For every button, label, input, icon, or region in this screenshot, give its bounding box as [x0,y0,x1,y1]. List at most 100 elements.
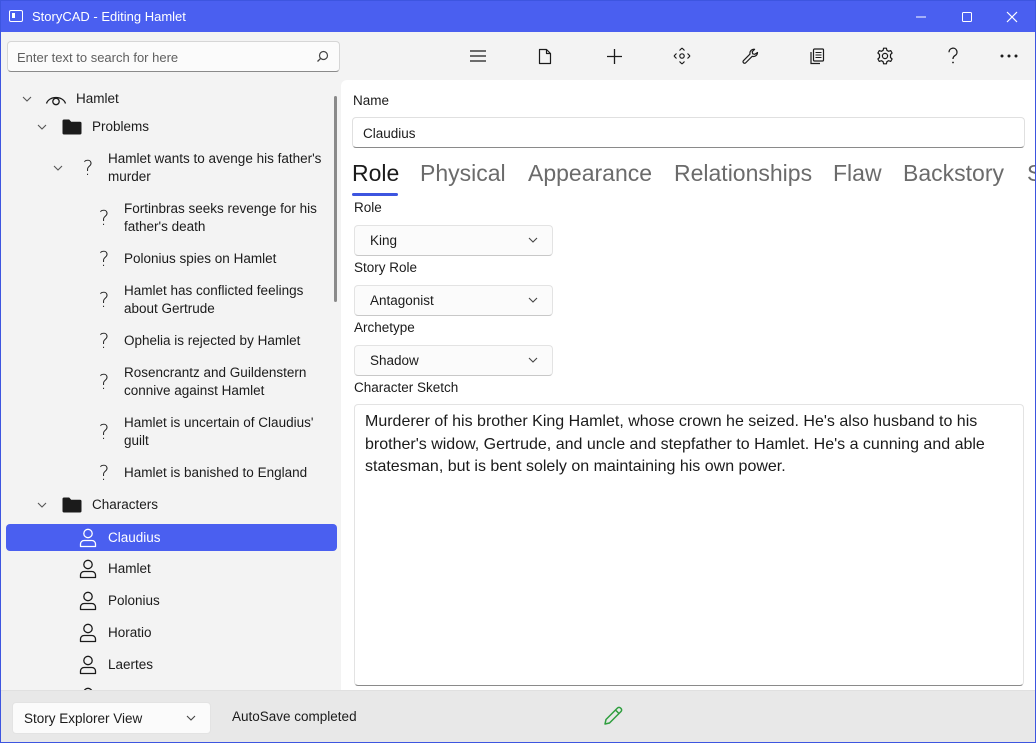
tab-appearance[interactable]: Appearance [528,160,652,187]
tree-item-character[interactable]: Hamlet [6,555,337,583]
tree-item-problem[interactable]: ? Polonius spies on Hamlet [6,244,337,274]
help-button[interactable] [936,42,970,70]
active-tab-indicator [352,193,398,196]
person-icon [78,623,98,643]
copy-documents-icon [810,47,825,64]
person-icon [78,591,98,611]
character-sketch-label: Character Sketch [354,380,459,395]
tree-scrollbar[interactable] [334,96,337,302]
move-arrows-icon [673,47,691,65]
menu-button[interactable] [461,42,495,70]
tools-button[interactable] [733,42,767,70]
tree-item-problem[interactable]: ? Hamlet is banished to England [6,458,337,488]
hamburger-menu-icon [470,50,486,62]
tree-item-label: Polonius spies on Hamlet [124,251,277,266]
maximize-button[interactable] [944,1,990,32]
question-icon: ? [82,156,94,180]
tree-item-label: Hamlet has conflicted feelings about Ger… [124,283,304,316]
archetype-label: Archetype [354,320,415,335]
maximize-icon [962,11,972,22]
chevron-down-icon[interactable] [22,96,32,102]
chevron-down-icon[interactable] [53,165,63,171]
tab-overflow[interactable]: S [1027,160,1035,187]
status-bar: Story Explorer View AutoSave completed [1,690,1035,742]
tree-item-problem[interactable]: ? Rosencrantz and Guildenstern connive a… [6,360,337,404]
tree-item-character-selected[interactable]: Claudius [6,524,337,551]
tree-item-problem[interactable]: ? Fortinbras seeks revenge for his fathe… [6,196,337,240]
more-button[interactable] [992,42,1026,70]
tab-physical[interactable]: Physical [420,160,506,187]
story-role-dropdown[interactable]: Antagonist [354,285,553,316]
question-icon: ? [98,288,110,312]
tree-item-character[interactable]: Horatio [6,619,337,647]
tree-item-character[interactable]: Laertes [6,651,337,679]
view-selector-dropdown[interactable]: Story Explorer View [12,702,211,734]
person-icon [78,559,98,579]
app-icon [9,10,23,22]
tree-item-problems-folder[interactable]: Problems [6,112,337,142]
role-value: King [370,233,398,248]
tree-item-label: Horatio [108,625,152,640]
tree-item-label: Fortinbras seeks revenge for his father'… [124,201,317,234]
tree-item-label: Polonius [108,593,160,608]
tab-flaw[interactable]: Flaw [833,160,882,187]
minimize-button[interactable] [898,1,944,32]
question-icon: ? [98,420,110,444]
character-sketch-textarea[interactable]: Murderer of his brother King Hamlet, who… [354,404,1024,686]
tree-item-problem[interactable]: ? Hamlet is uncertain of Claudius' guilt [6,410,337,454]
tree-item-label: Claudius [108,529,161,545]
wrench-icon [741,48,758,64]
story-role-value: Antagonist [370,293,434,308]
question-icon: ? [98,247,110,271]
chevron-down-icon [186,715,196,721]
tab-backstory[interactable]: Backstory [903,160,1004,187]
archetype-value: Shadow [370,353,419,368]
search-input[interactable] [17,48,307,66]
gear-icon [877,47,893,65]
settings-button[interactable] [868,42,902,70]
tree-item-problem[interactable]: ? Hamlet has conflicted feelings about G… [6,278,337,322]
role-label: Role [354,200,382,215]
tree-item-label: Problems [92,119,150,134]
tree-item-label: Hamlet is banished to England [124,465,308,480]
tree-item-character[interactable]: Polonius [6,587,337,615]
question-icon: ? [98,370,110,394]
role-dropdown[interactable]: King [354,225,553,256]
folder-icon [61,119,83,135]
tree-item-label: Laertes [108,657,154,672]
search-box [7,41,340,72]
reports-button[interactable] [800,42,834,70]
file-button[interactable] [528,42,562,70]
chevron-down-icon[interactable] [37,124,47,130]
tree-item-label: Hamlet is uncertain of Claudius' guilt [124,415,314,448]
archetype-dropdown[interactable]: Shadow [354,345,553,376]
chevron-down-icon [528,297,538,303]
question-icon: ? [98,329,110,353]
tree-item-character-partial[interactable] [6,683,337,690]
title-bar: StoryCAD - Editing Hamlet [1,1,1035,32]
move-button[interactable] [665,42,699,70]
name-field[interactable]: Claudius [352,117,1025,148]
window-title: StoryCAD - Editing Hamlet [32,9,186,24]
toolbar [1,32,1035,80]
search-icon[interactable] [316,50,329,68]
chevron-down-icon[interactable] [37,502,47,508]
tree-item-problem[interactable]: ? Hamlet wants to avenge his father's mu… [6,146,337,190]
folder-icon [61,497,83,513]
pencil-icon[interactable] [602,705,624,732]
help-icon [948,47,958,64]
tree-item-problem[interactable]: ? Ophelia is rejected by Hamlet [6,326,337,356]
character-editor: Name Claudius Role Physical Appearance R… [341,80,1035,690]
tree-item-story-root[interactable]: Hamlet [6,84,337,114]
add-button[interactable] [597,42,631,70]
tree-item-characters-folder[interactable]: Characters [6,490,337,520]
tab-role[interactable]: Role [352,160,399,187]
close-icon [1006,11,1018,22]
minimize-icon [916,16,926,17]
status-message: AutoSave completed [232,709,357,724]
eye-icon [44,92,68,106]
close-button[interactable] [989,1,1035,32]
tab-relationships[interactable]: Relationships [674,160,812,187]
name-label: Name [353,93,390,108]
tree-item-label: Hamlet [108,561,151,576]
